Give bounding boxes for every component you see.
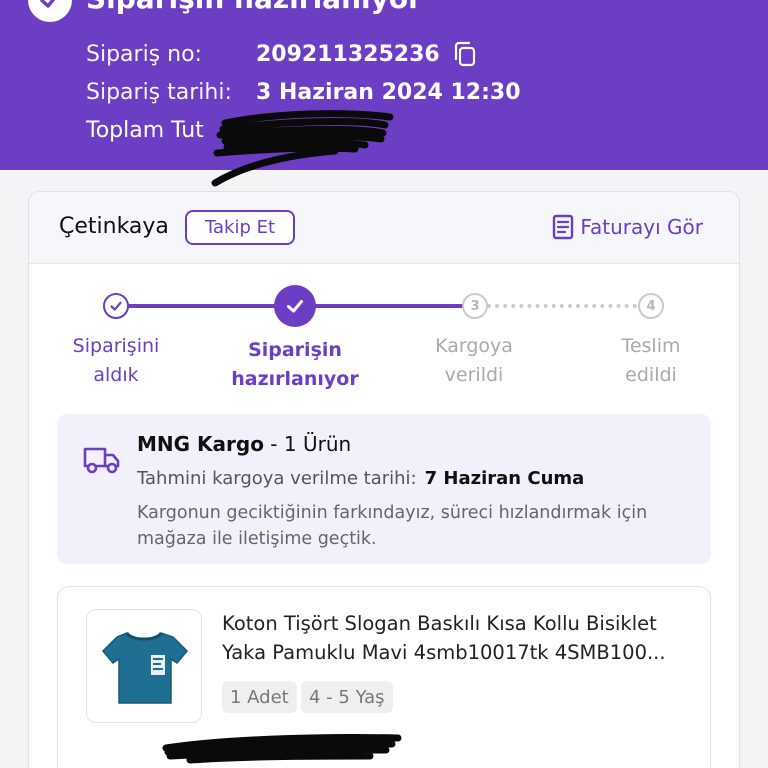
step-2-check-icon (274, 285, 316, 327)
step-connector (116, 304, 296, 308)
view-invoice-link[interactable]: Faturayı Gör (552, 214, 703, 240)
step-4-number: 4 (638, 293, 664, 319)
product-image[interactable] (86, 609, 202, 723)
step-3-label-line2: verildi (444, 364, 504, 386)
product-title[interactable]: Koton Tişört Slogan Baskılı Kısa Kollu B… (222, 609, 698, 667)
step-3-label-line1: Kargoya (435, 335, 513, 357)
step-2-label-line2: hazırlanıyor (231, 368, 359, 390)
size-badge: 4 - 5 Yaş (301, 681, 393, 713)
redaction-scribble (211, 110, 394, 187)
copy-icon[interactable] (452, 40, 478, 68)
step-4-label-line2: edildi (625, 364, 677, 386)
step-1-check-icon (103, 293, 129, 319)
step-1-label: Siparişini aldık (46, 332, 186, 390)
step-connector (294, 304, 476, 308)
order-card: Çetinkaya Takip Et Faturayı Gör 3 4 Sipa… (28, 191, 740, 768)
step-1-label-line2: aldık (93, 364, 139, 386)
step-4-label: Teslim edildi (581, 332, 721, 390)
step-2-label-line1: Siparişin (248, 339, 342, 361)
order-date-row: Sipariş tarihi: 3 Haziran 2024 12:30 (86, 80, 521, 105)
order-total-label: Toplam Tut (86, 118, 204, 143)
carrier-name: MNG Kargo (137, 432, 264, 456)
shipment-info-box: MNG Kargo - 1 Ürün Tahmini kargoya veril… (57, 414, 711, 564)
step-2-label: Siparişin hazırlanıyor (225, 336, 365, 394)
view-invoice-label: Faturayı Gör (580, 215, 703, 239)
redaction-scribble-bottom (162, 733, 402, 764)
truck-icon (83, 447, 120, 474)
product-title-line1: Koton Tişört Slogan Baskılı Kısa Kollu B… (222, 612, 657, 635)
step-1-label-line1: Siparişini (72, 335, 160, 357)
delay-notice: Kargonun geciktiğinin farkındayız, sürec… (137, 503, 648, 549)
order-date-value: 3 Haziran 2024 12:30 (256, 80, 521, 105)
order-number-label: Sipariş no: (86, 41, 202, 67)
estimated-ship-date: Tahmini kargoya verilme tarihi: 7 Haziran… (137, 468, 584, 489)
follow-button[interactable]: Takip Et (185, 210, 296, 245)
order-number-row: Sipariş no: 209211325236 (86, 40, 478, 68)
step-3-label: Kargoya verildi (404, 332, 544, 390)
tshirt-icon (101, 631, 189, 704)
invoice-icon (553, 214, 574, 240)
estimated-ship-date-label: Tahmini kargoya verilme tarihi: (137, 468, 417, 489)
order-date-label: Sipariş tarihi: (86, 80, 232, 105)
quantity-badge: 1 Adet (222, 681, 297, 713)
step-3-number: 3 (462, 293, 488, 319)
order-progress-stepper: 3 4 Siparişini aldık Siparişin hazırlanı… (29, 280, 739, 390)
step-4-label-line1: Teslim (621, 335, 681, 357)
estimated-ship-date-value: 7 Haziran Cuma (424, 468, 585, 489)
step-connector (487, 304, 645, 308)
seller-header: Çetinkaya Takip Et Faturayı Gör (29, 192, 739, 264)
order-total-row: Toplam Tut (86, 118, 204, 143)
order-status-title: Siparişin hazırlanıyor (86, 0, 422, 15)
check-circle-icon (28, 0, 72, 22)
product-title-line2: Yaka Pamuklu Mavi 4smb10017tk 4SMB100... (222, 641, 666, 664)
shipment-title: MNG Kargo - 1 Ürün (137, 432, 351, 456)
seller-name[interactable]: Çetinkaya (59, 214, 169, 239)
order-header: Siparişin hazırlanıyor Sipariş no: 20921… (0, 0, 768, 187)
item-count: - 1 Ürün (263, 432, 352, 456)
order-number-value: 209211325236 (256, 41, 440, 67)
